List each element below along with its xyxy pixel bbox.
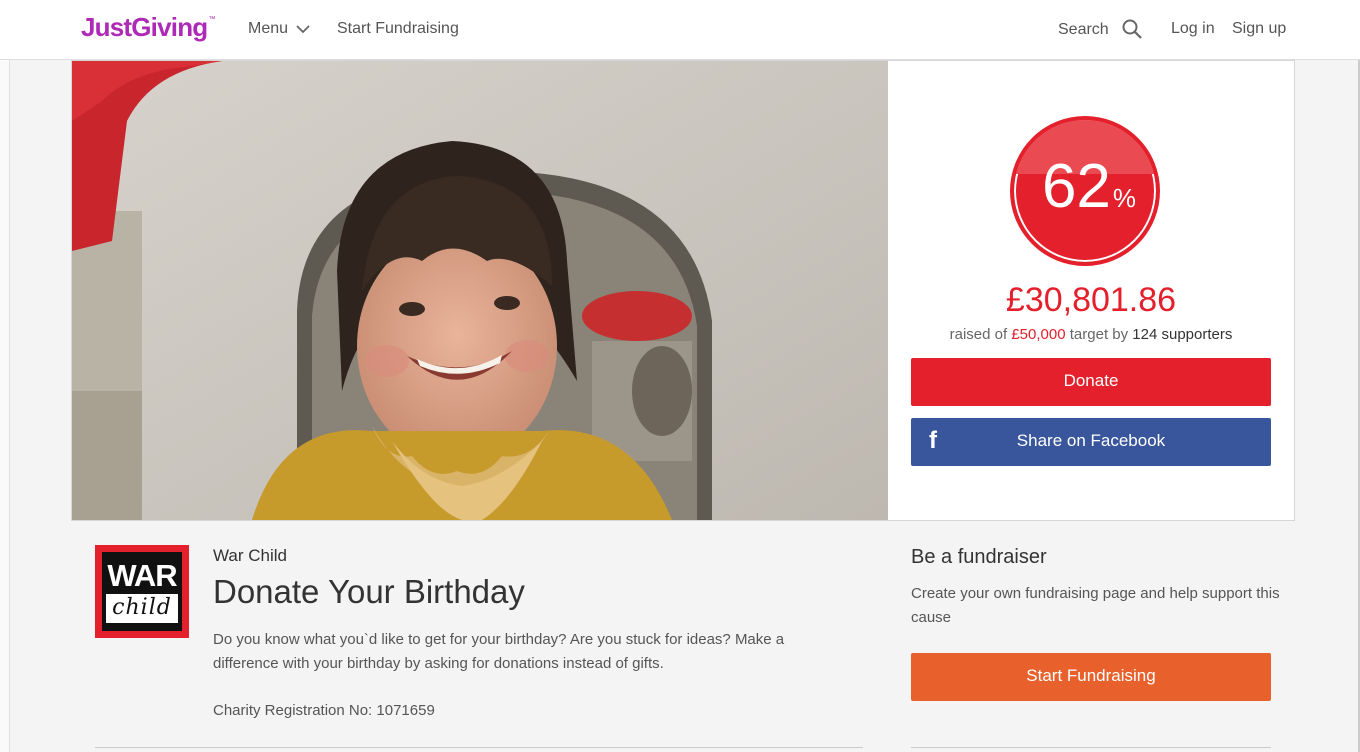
war-child-logo-inner: WAR child bbox=[102, 552, 182, 631]
supporters-count: 124 supporters bbox=[1132, 326, 1233, 343]
campaign-photo bbox=[72, 61, 888, 520]
page-left-edge bbox=[0, 60, 10, 752]
search-label: Search bbox=[1058, 20, 1109, 38]
login-link[interactable]: Log in bbox=[1171, 20, 1215, 38]
progress-circle: 62% bbox=[1010, 116, 1160, 266]
progress-percent: 62% bbox=[1034, 156, 1144, 229]
menu-dropdown[interactable]: Menu bbox=[248, 20, 310, 38]
chevron-down-icon bbox=[296, 24, 310, 33]
facebook-icon: f bbox=[929, 427, 937, 454]
divider bbox=[95, 747, 863, 748]
fundraiser-heading: Be a fundraiser bbox=[911, 546, 1047, 568]
logo-word-war: WAR bbox=[107, 558, 177, 593]
start-fundraising-link[interactable]: Start Fundraising bbox=[337, 20, 459, 38]
logo-word-child: child bbox=[106, 594, 178, 623]
share-facebook-label: Share on Facebook bbox=[1016, 431, 1166, 450]
raised-summary: raised of £50,000 target by 124 supporte… bbox=[888, 326, 1294, 343]
signup-link[interactable]: Sign up bbox=[1232, 20, 1286, 38]
logo-text: JustGiving bbox=[81, 12, 208, 42]
war-child-logo[interactable]: WAR child bbox=[95, 545, 189, 638]
charity-registration: Charity Registration No: 1071659 bbox=[213, 702, 435, 719]
menu-label: Menu bbox=[248, 20, 289, 37]
raised-amount: £30,801.86 bbox=[1005, 281, 1177, 319]
raised-prefix: raised of bbox=[949, 326, 1008, 343]
search-icon bbox=[1122, 19, 1142, 39]
donate-button[interactable]: Donate bbox=[911, 358, 1271, 406]
search-button[interactable]: Search bbox=[1058, 19, 1142, 39]
top-navigation-bar: JustGiving™ Menu Start Fundraising Searc… bbox=[0, 0, 1360, 60]
progress-percent-value: 62 bbox=[1041, 152, 1111, 221]
justgiving-logo[interactable]: JustGiving™ bbox=[81, 12, 215, 43]
logo-trademark: ™ bbox=[208, 16, 215, 23]
target-amount: £50,000 bbox=[1011, 326, 1066, 343]
charity-name[interactable]: War Child bbox=[213, 546, 287, 566]
share-facebook-button[interactable]: f Share on Facebook bbox=[911, 418, 1271, 466]
fundraiser-description: Create your own fundraising page and hel… bbox=[911, 585, 1280, 626]
campaign-description: Do you know what you`d like to get for y… bbox=[213, 631, 785, 672]
fundraising-stats: 62% £30,801.86 raised of £50,000 target … bbox=[888, 61, 1294, 520]
page-title: Donate Your Birthday bbox=[213, 573, 525, 610]
percent-sign: % bbox=[1112, 183, 1137, 213]
divider bbox=[911, 747, 1271, 748]
target-suffix: target by bbox=[1069, 326, 1129, 343]
start-fundraising-button[interactable]: Start Fundraising bbox=[911, 653, 1271, 701]
hero-panel: 62% £30,801.86 raised of £50,000 target … bbox=[71, 60, 1295, 521]
